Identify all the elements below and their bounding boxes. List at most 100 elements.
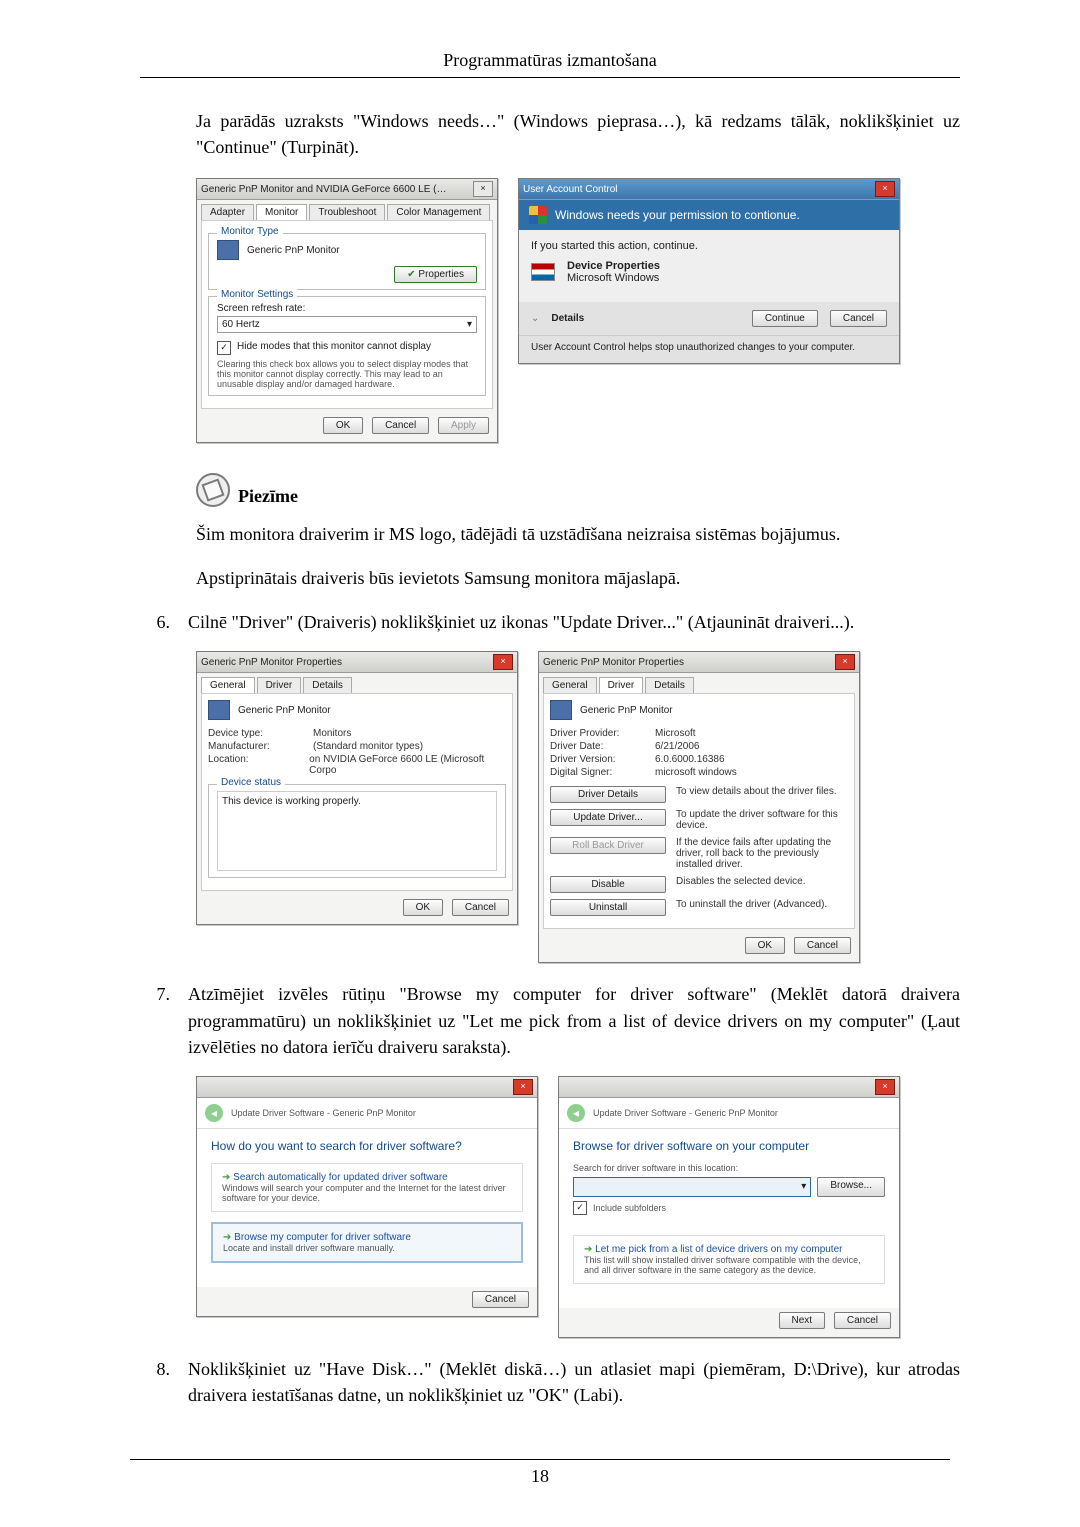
monitor-name: Generic PnP Monitor xyxy=(247,245,340,256)
monitor-settings-legend: Monitor Settings xyxy=(217,289,297,300)
driver-details-button[interactable]: Driver Details xyxy=(550,786,666,803)
step-number: 6. xyxy=(140,609,170,635)
cancel-button[interactable]: Cancel xyxy=(452,899,509,916)
option-desc: Locate and install driver software manua… xyxy=(223,1243,511,1253)
apply-button[interactable]: Apply xyxy=(438,417,489,434)
chevron-down-icon[interactable]: ⌄ xyxy=(531,313,539,324)
ok-button[interactable]: OK xyxy=(403,899,443,916)
program-icon xyxy=(531,263,555,281)
uac-program: Device Properties xyxy=(567,260,660,272)
driver-details-desc: To view details about the driver files. xyxy=(676,786,837,797)
cancel-button[interactable]: Cancel xyxy=(372,417,429,434)
close-icon[interactable]: × xyxy=(493,654,513,670)
uninstall-button[interactable]: Uninstall xyxy=(550,899,666,916)
back-icon[interactable]: ◂ xyxy=(205,1104,223,1122)
tab-details[interactable]: Details xyxy=(645,677,694,693)
chevron-down-icon: ▾ xyxy=(467,319,472,330)
value-version: 6.0.6000.16386 xyxy=(655,754,725,765)
cancel-button[interactable]: Cancel xyxy=(834,1312,891,1329)
refresh-rate-select[interactable]: 60 Hertz▾ xyxy=(217,316,477,333)
close-icon[interactable]: × xyxy=(875,1079,895,1095)
tab-color-management[interactable]: Color Management xyxy=(387,204,490,220)
note-icon xyxy=(196,473,230,507)
close-icon[interactable]: × xyxy=(513,1079,533,1095)
wizard-heading: How do you want to search for driver sof… xyxy=(211,1139,523,1153)
tab-driver[interactable]: Driver xyxy=(599,677,644,693)
label-date: Driver Date: xyxy=(550,741,645,752)
rollback-driver-button[interactable]: Roll Back Driver xyxy=(550,837,666,854)
step-text: Atzīmējiet izvēles rūtiņu "Browse my com… xyxy=(188,981,960,1059)
properties-button[interactable]: ✔ Properties xyxy=(394,266,477,283)
uac-headline: Windows needs your permission to contion… xyxy=(555,208,800,222)
tab-monitor[interactable]: Monitor xyxy=(256,204,307,220)
rollback-driver-desc: If the device fails after updating the d… xyxy=(676,837,848,870)
page-header: Programmatūras izmantošana xyxy=(140,50,960,78)
close-icon[interactable]: × xyxy=(835,654,855,670)
close-icon[interactable]: × xyxy=(473,181,493,197)
option-title: ➔ Browse my computer for driver software xyxy=(223,1232,511,1243)
back-icon[interactable]: ◂ xyxy=(567,1104,585,1122)
include-subfolders-checkbox[interactable]: ✓ xyxy=(573,1201,587,1215)
label-location: Location: xyxy=(208,754,299,776)
note-line-2: Apstiprinātais draiveris būs ievietots S… xyxy=(196,565,960,591)
wizard-crumb: Update Driver Software - Generic PnP Mon… xyxy=(231,1108,416,1118)
device-status-legend: Device status xyxy=(217,777,285,788)
uninstall-desc: To uninstall the driver (Advanced). xyxy=(676,899,827,910)
uac-dialog: User Account Control × Windows needs you… xyxy=(518,178,900,364)
wizard-crumb: Update Driver Software - Generic PnP Mon… xyxy=(593,1108,778,1118)
tab-general[interactable]: General xyxy=(201,677,255,693)
disable-button[interactable]: Disable xyxy=(550,876,666,893)
dialog-title: Generic PnP Monitor Properties xyxy=(201,657,342,668)
label-provider: Driver Provider: xyxy=(550,728,645,739)
include-subfolders-label: Include subfolders xyxy=(593,1203,666,1213)
tab-adapter[interactable]: Adapter xyxy=(201,204,254,220)
uac-started-text: If you started this action, continue. xyxy=(531,240,887,252)
path-input[interactable]: ▾ xyxy=(573,1177,811,1197)
update-driver-wizard-search: × ◂ Update Driver Software - Generic PnP… xyxy=(196,1076,538,1317)
step-number: 8. xyxy=(140,1356,170,1408)
monitor-properties-dialog: Generic PnP Monitor and NVIDIA GeForce 6… xyxy=(196,178,498,443)
value-date: 6/21/2006 xyxy=(655,741,700,752)
update-driver-wizard-browse: × ◂ Update Driver Software - Generic PnP… xyxy=(558,1076,900,1338)
cancel-button[interactable]: Cancel xyxy=(794,937,851,954)
uac-publisher: Microsoft Windows xyxy=(567,272,660,284)
hide-modes-checkbox[interactable]: ✓ xyxy=(217,341,231,355)
label-manufacturer: Manufacturer: xyxy=(208,741,303,752)
step-text: Noklikšķiniet uz "Have Disk…" (Meklēt di… xyxy=(188,1356,960,1408)
option-title: ➔ Let me pick from a list of device driv… xyxy=(584,1244,874,1255)
ok-button[interactable]: OK xyxy=(323,417,363,434)
wizard-heading: Browse for driver software on your compu… xyxy=(573,1139,885,1153)
hide-modes-label: Hide modes that this monitor cannot disp… xyxy=(237,341,431,352)
monitor-icon xyxy=(208,700,230,720)
tab-troubleshoot[interactable]: Troubleshoot xyxy=(309,204,385,220)
next-button[interactable]: Next xyxy=(779,1312,826,1329)
hide-modes-desc: Clearing this check box allows you to se… xyxy=(217,359,477,389)
tab-driver[interactable]: Driver xyxy=(257,677,302,693)
tab-details[interactable]: Details xyxy=(303,677,352,693)
refresh-rate-label: Screen refresh rate: xyxy=(217,303,477,314)
option-search-automatically[interactable]: ➔ Search automatically for updated drive… xyxy=(211,1163,523,1212)
value-signer: microsoft windows xyxy=(655,767,737,778)
cancel-button[interactable]: Cancel xyxy=(830,310,887,327)
option-pick-from-list[interactable]: ➔ Let me pick from a list of device driv… xyxy=(573,1235,885,1284)
shield-icon xyxy=(529,206,547,224)
dialog-title: Generic PnP Monitor Properties xyxy=(543,657,684,668)
ok-button[interactable]: OK xyxy=(745,937,785,954)
update-driver-button[interactable]: Update Driver... xyxy=(550,809,666,826)
option-title: ➔ Search automatically for updated drive… xyxy=(222,1172,512,1183)
monitor-type-legend: Monitor Type xyxy=(217,226,283,237)
cancel-button[interactable]: Cancel xyxy=(472,1291,529,1308)
page-number: 18 xyxy=(130,1459,950,1487)
tab-general[interactable]: General xyxy=(543,677,597,693)
uac-details-link[interactable]: Details xyxy=(551,313,584,324)
uac-title: User Account Control xyxy=(523,184,618,195)
close-icon[interactable]: × xyxy=(875,181,895,197)
label-device-type: Device type: xyxy=(208,728,303,739)
update-driver-desc: To update the driver software for this d… xyxy=(676,809,848,831)
option-browse-computer[interactable]: ➔ Browse my computer for driver software… xyxy=(211,1222,523,1263)
intro-paragraph: Ja parādās uzraksts "Windows needs…" (Wi… xyxy=(196,108,960,160)
browse-button[interactable]: Browse... xyxy=(817,1177,885,1197)
monitor-props-driver-dialog: Generic PnP Monitor Properties × General… xyxy=(538,651,860,963)
label-signer: Digital Signer: xyxy=(550,767,645,778)
continue-button[interactable]: Continue xyxy=(752,310,818,327)
